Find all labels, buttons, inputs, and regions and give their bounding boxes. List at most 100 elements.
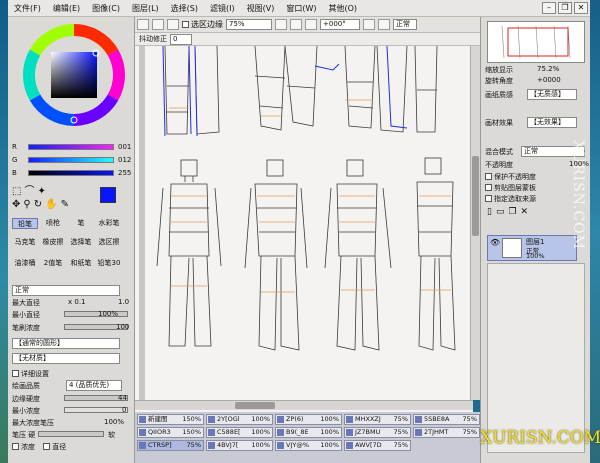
tool-marker[interactable]: 马克笔 (12, 237, 38, 248)
file-tab[interactable]: JZ7BMU 75% (344, 427, 411, 438)
diameter-checkbox[interactable] (43, 443, 51, 450)
eyedropper-icon[interactable]: ✎ (61, 199, 72, 210)
stabilizer-select[interactable]: 0 (170, 33, 192, 45)
tool-watercolor[interactable]: 水彩笔 (96, 218, 122, 229)
lasso-icon[interactable]: ⌒ (24, 186, 37, 197)
file-tab[interactable]: AWV[7D 75% (344, 440, 411, 451)
size-multiplier[interactable]: x 0.1 (68, 298, 86, 306)
menu-file[interactable]: 文件(F) (8, 3, 47, 14)
move-icon[interactable]: ✥ (12, 199, 23, 210)
magic-wand-icon[interactable]: ✦ (37, 186, 48, 197)
copy-layer-icon[interactable]: ❐ (508, 207, 520, 217)
file-tab[interactable]: VJY@% 100% (275, 440, 342, 451)
menu-other[interactable]: 其他(O) (322, 3, 363, 14)
advanced-settings-row[interactable]: 详细设置 (12, 369, 132, 379)
pressure-slider[interactable] (38, 431, 104, 437)
paper-texture-select[interactable]: 【无质感】 (527, 89, 577, 100)
file-tab[interactable]: 4BVJ7[100% (206, 440, 273, 451)
brush-shape-select[interactable]: 【通常的圆形】 (12, 338, 120, 349)
protect-opacity-checkbox[interactable] (485, 173, 492, 180)
source-checkbox[interactable] (485, 195, 492, 202)
rotate-right-button[interactable] (378, 19, 390, 30)
quality-select[interactable]: 4 (品质优先) (66, 380, 122, 391)
file-tab[interactable]: ZP(6) 100% (275, 414, 342, 425)
menu-image[interactable]: 图像(C) (86, 3, 126, 14)
file-tab[interactable]: 2TJHMT 75% (413, 427, 480, 438)
brush-mode-select[interactable]: 正常 (12, 285, 120, 296)
tool-washi-pen[interactable]: 和纸笔 (68, 258, 94, 269)
selection-edge-toggle[interactable]: 选区边缘 (182, 19, 223, 30)
red-slider[interactable] (28, 144, 114, 150)
menu-layer[interactable]: 图层(L) (126, 3, 165, 14)
zoom-out-button[interactable] (290, 19, 302, 30)
menu-window[interactable]: 窗口(W) (280, 3, 322, 14)
color-wheel[interactable] (22, 23, 126, 127)
min-diameter-slider[interactable] (64, 311, 128, 317)
desktop-background-right (590, 0, 600, 463)
blend-mode-select[interactable]: 正常 (393, 19, 417, 30)
new-folder-icon[interactable]: ▭ (496, 207, 509, 217)
zoom-select[interactable]: 75% (226, 19, 272, 30)
min-density-slider[interactable] (64, 407, 128, 413)
blue-slider[interactable] (28, 170, 114, 176)
file-tab[interactable]: 2Y[OGl 100% (206, 414, 273, 425)
tool-airbrush[interactable]: 喷枪 (40, 218, 66, 229)
rotate-icon[interactable]: ↻ (34, 199, 45, 210)
delete-layer-icon[interactable]: ✕ (521, 207, 533, 217)
min-diameter-value: 100% (98, 310, 119, 318)
nav-zoom-row: 缩放显示 75.2% (485, 65, 560, 74)
zoom-in-button[interactable] (275, 19, 287, 30)
menu-edit[interactable]: 编辑(E) (47, 3, 86, 14)
tool-pen[interactable]: 笔 (68, 218, 94, 229)
eye-icon[interactable]: 👁 (490, 238, 500, 247)
canvas[interactable] (135, 45, 473, 412)
layer-list-area[interactable] (487, 263, 585, 453)
green-slider[interactable] (28, 157, 114, 163)
file-tab[interactable]: 5SBE8A 75% (413, 414, 480, 425)
close-button[interactable]: ✕ (574, 2, 588, 14)
menu-filter[interactable]: 滤镜(I) (204, 3, 241, 14)
navigator-preview[interactable] (487, 21, 585, 63)
file-tab[interactable]: CTRSP] 75% (137, 440, 204, 451)
brush-texture-select[interactable]: 【无材质】 (12, 353, 120, 364)
invert-selection-button[interactable] (167, 19, 179, 30)
effect-select[interactable]: 【无效果】 (527, 117, 577, 128)
red-row: R 001 (12, 143, 132, 151)
tool-select-eraser[interactable]: 选区擦 (96, 237, 122, 248)
rect-select-icon[interactable]: ⬚ (12, 186, 24, 197)
primary-color-swatch[interactable] (100, 187, 116, 203)
tool-pencil30[interactable]: 铅笔30 (96, 258, 122, 269)
menu-select[interactable]: 选择(S) (165, 3, 204, 14)
file-tab[interactable]: 新建图 150% (137, 414, 204, 425)
rotation-select[interactable]: +000° (320, 19, 360, 30)
new-layer-icon[interactable]: ▯ (487, 207, 496, 217)
density-checkbox[interactable] (12, 443, 19, 450)
file-tab[interactable]: B9(_8E 100% (275, 427, 342, 438)
file-tab-name: JZ7BMU (355, 428, 381, 436)
vertical-scrollbar[interactable] (470, 46, 480, 400)
file-tab-zoom: 100% (251, 415, 270, 423)
horizontal-scrollbar[interactable] (135, 400, 473, 410)
file-tab[interactable]: C588E[100% (206, 427, 273, 438)
tool-binary-pen[interactable]: 2值笔 (40, 258, 66, 269)
restore-button[interactable]: ❐ (558, 2, 572, 14)
zoom-icon[interactable]: ⚲ (23, 199, 33, 210)
select-all-button[interactable] (137, 19, 149, 30)
tool-eraser[interactable]: 橡皮擦 (40, 237, 66, 248)
layer-item[interactable]: 👁 图层1 正常 100% (487, 235, 577, 261)
zoom-reset-button[interactable] (305, 19, 317, 30)
deselect-button[interactable] (152, 19, 164, 30)
file-tab[interactable]: MHXXZJ 75% (344, 414, 411, 425)
clip-checkbox[interactable] (485, 184, 492, 191)
rotate-left-button[interactable] (363, 19, 375, 30)
tool-bucket[interactable]: 油漆桶 (12, 258, 38, 269)
hand-icon[interactable]: ✋ (45, 199, 60, 210)
minimize-button[interactable]: – (542, 2, 556, 14)
horizontal-scroll-thumb[interactable] (235, 402, 275, 409)
menu-view[interactable]: 视图(V) (241, 3, 281, 14)
tool-select-pen[interactable]: 选择笔 (68, 237, 94, 248)
advanced-checkbox[interactable] (12, 370, 19, 377)
vertical-scroll-thumb[interactable] (472, 156, 479, 236)
tool-pencil[interactable]: 铅笔 (12, 218, 38, 229)
file-tab[interactable]: QIIOR3 150% (137, 427, 204, 438)
